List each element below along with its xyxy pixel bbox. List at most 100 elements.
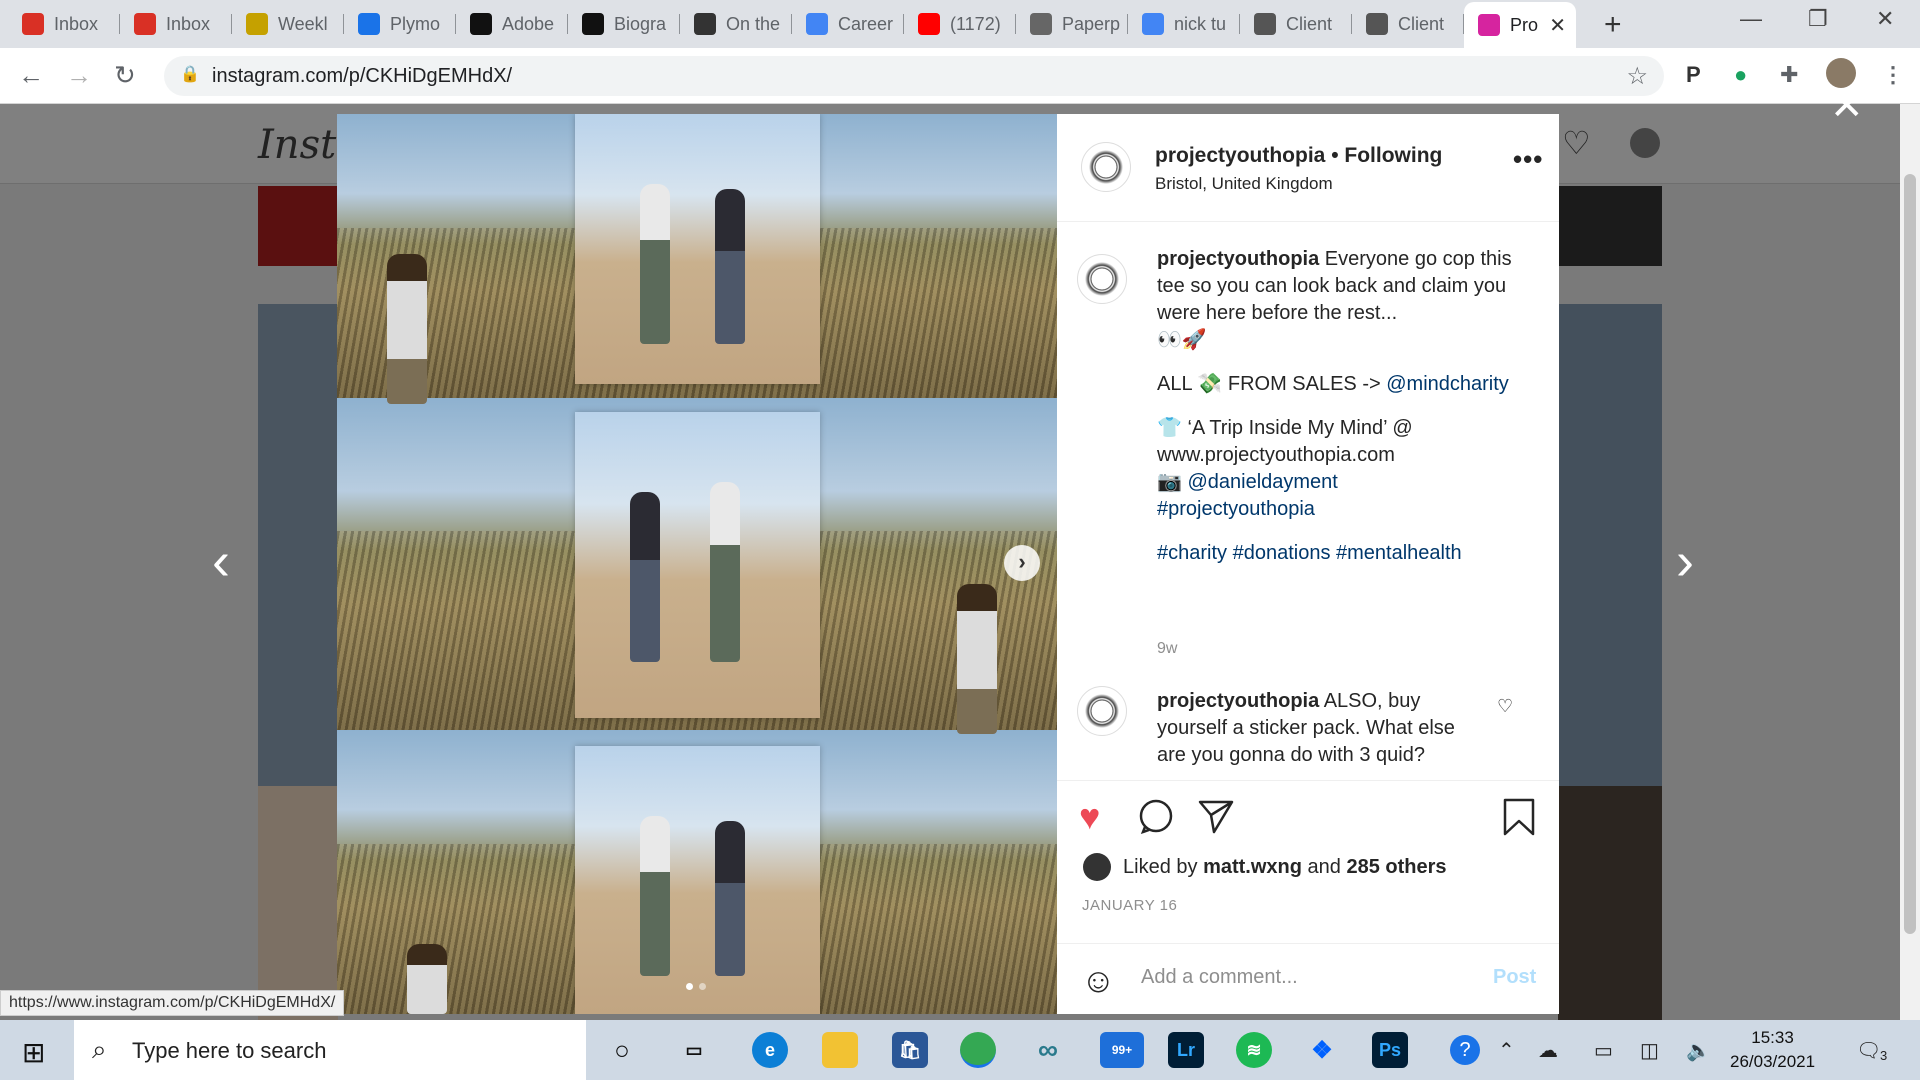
comment-input[interactable] <box>1141 966 1461 989</box>
page-scrollbar[interactable] <box>1900 104 1920 1020</box>
likes-prefix: Liked by <box>1123 855 1198 878</box>
previous-post-arrow-icon[interactable]: ‹ <box>212 530 230 592</box>
hashtag-projectyouthopia[interactable]: #projectyouthopia <box>1157 496 1527 523</box>
task-view-icon[interactable]: ▭ <box>676 1032 712 1068</box>
taskbar-clock[interactable]: 15:33 26/03/2021 <box>1730 1026 1815 1074</box>
network-icon[interactable]: ◫ <box>1640 1038 1659 1063</box>
dropbox-icon[interactable]: ❖ <box>1304 1032 1340 1068</box>
more-options-icon[interactable]: ••• <box>1513 144 1543 175</box>
likes-others-link[interactable]: 285 others <box>1346 856 1446 879</box>
browser-tab-label: Adobe <box>502 13 555 34</box>
browser-tab[interactable]: Pro ✕ <box>1464 2 1576 48</box>
activity-heart-icon[interactable]: ♡ <box>1562 124 1591 162</box>
mention-mindcharity[interactable]: @mindcharity <box>1386 373 1509 395</box>
browser-tab[interactable]: Career <box>792 6 904 42</box>
author-avatar[interactable] <box>1081 142 1131 192</box>
address-bar[interactable]: 🔒 instagram.com/p/CKHiDgEMHdX/ ☆ <box>164 56 1664 96</box>
liked-heart-icon[interactable]: ♥ <box>1079 797 1100 837</box>
post-comment-button[interactable]: Post <box>1493 966 1536 989</box>
pinterest-extension-icon[interactable]: P <box>1686 62 1701 88</box>
browser-tab[interactable]: Inbox <box>120 6 232 42</box>
browser-tab-label: Pro <box>1510 14 1539 35</box>
caption-username[interactable]: projectyouthopia <box>1157 248 1319 270</box>
close-tab-icon[interactable]: ✕ <box>1549 13 1566 38</box>
minimize-button[interactable]: — <box>1740 6 1762 32</box>
browser-toolbar: ← → ↻ 🔒 instagram.com/p/CKHiDgEMHdX/ ☆ P… <box>0 48 1920 104</box>
grid-thumbnail[interactable] <box>258 304 338 844</box>
action-center-icon[interactable]: 🗨 <box>1856 1038 1881 1063</box>
forward-icon[interactable]: → <box>66 60 92 91</box>
browser-tab[interactable]: (1172) <box>904 6 1016 42</box>
show-hidden-icons[interactable]: ⌃ <box>1498 1038 1515 1063</box>
windows-start-icon[interactable]: ⊞ <box>22 1036 45 1069</box>
liker-avatar[interactable] <box>1083 853 1111 881</box>
post-media-carousel[interactable] <box>337 114 1057 1014</box>
caption-author-avatar[interactable] <box>1077 254 1127 304</box>
following-status[interactable]: • Following <box>1331 144 1442 167</box>
carousel-next-icon[interactable]: › <box>1004 545 1040 581</box>
grid-thumbnail[interactable] <box>1558 304 1662 844</box>
profile-avatar-small[interactable] <box>1630 128 1660 158</box>
browser-tab[interactable]: Paperp <box>1016 6 1128 42</box>
carousel-dot <box>699 983 706 990</box>
browser-tab-label: Inbox <box>166 13 211 34</box>
liker-username[interactable]: matt.wxng <box>1203 856 1302 879</box>
comment-author-avatar[interactable] <box>1077 686 1127 736</box>
new-tab-button[interactable]: + <box>1604 8 1622 42</box>
caption-timestamp[interactable]: 9w <box>1157 640 1177 658</box>
green-extension-icon[interactable]: ● <box>1734 62 1747 88</box>
bookmark-star-icon[interactable]: ☆ <box>1626 62 1648 91</box>
browser-tab[interactable]: Biogra <box>568 6 680 42</box>
edge-icon[interactable]: e <box>752 1032 788 1068</box>
browser-tab[interactable]: Inbox <box>8 6 120 42</box>
comment-bubble-icon[interactable] <box>1137 797 1175 843</box>
restore-button[interactable]: ❐ <box>1808 6 1828 32</box>
grid-thumbnail[interactable] <box>258 186 338 266</box>
hashtags[interactable]: #charity #donations #mentalhealth <box>1157 540 1527 567</box>
comments-scroll-area[interactable]: projectyouthopia Everyone go cop this te… <box>1057 222 1559 780</box>
volume-icon[interactable]: 🔈 <box>1686 1038 1711 1063</box>
close-window-button[interactable]: ✕ <box>1876 6 1894 32</box>
chrome-icon[interactable] <box>960 1032 996 1068</box>
browser-tab[interactable]: Plymo <box>344 6 456 42</box>
onedrive-icon[interactable]: ☁ <box>1538 1038 1558 1063</box>
file-explorer-icon[interactable] <box>822 1032 858 1068</box>
browser-tab[interactable]: Client <box>1352 6 1464 42</box>
close-modal-icon[interactable]: ✕ <box>1830 86 1864 126</box>
scrollbar-thumb[interactable] <box>1904 174 1916 934</box>
reload-icon[interactable]: ↻ <box>114 60 136 91</box>
photoshop-icon[interactable]: Ps <box>1372 1032 1408 1068</box>
browser-tab[interactable]: nick tu <box>1128 6 1240 42</box>
save-bookmark-icon[interactable] <box>1501 797 1537 845</box>
browser-tab[interactable]: Weekl <box>232 6 344 42</box>
post-date[interactable]: JANUARY 16 <box>1082 897 1177 914</box>
caption-sales-line: ALL 💸 FROM SALES -> @mindcharity <box>1157 371 1527 398</box>
comment-like-icon[interactable]: ♡ <box>1497 696 1513 717</box>
spotify-icon[interactable]: ≋ <box>1236 1032 1272 1068</box>
browser-tab[interactable]: Client <box>1240 6 1352 42</box>
browser-tab[interactable]: On the <box>680 6 792 42</box>
author-username[interactable]: projectyouthopia <box>1155 144 1325 167</box>
browser-menu-icon[interactable]: ⋮ <box>1882 62 1904 88</box>
taskbar-search[interactable]: ⌕ Type here to search <box>74 1020 586 1080</box>
next-post-arrow-icon[interactable]: › <box>1676 530 1694 592</box>
mail-icon[interactable]: 99+ <box>1100 1032 1144 1068</box>
lightroom-icon[interactable]: Lr <box>1168 1032 1204 1068</box>
help-icon[interactable]: ? <box>1450 1035 1480 1065</box>
mention-danieldayment[interactable]: @danieldayment <box>1187 471 1337 493</box>
store-icon[interactable]: 🛍 <box>892 1032 928 1068</box>
browser-tab[interactable]: Adobe <box>456 6 568 42</box>
grid-thumbnail[interactable] <box>258 786 338 1020</box>
emoji-picker-icon[interactable]: ☺ <box>1081 962 1116 1001</box>
share-paper-plane-icon[interactable] <box>1197 797 1235 843</box>
grid-thumbnail[interactable] <box>1558 186 1662 266</box>
grid-thumbnail[interactable] <box>1558 786 1662 1020</box>
cortana-icon[interactable]: ○ <box>604 1032 640 1068</box>
infinity-app-icon[interactable]: ∞ <box>1030 1032 1066 1068</box>
battery-icon[interactable]: ▭ <box>1594 1038 1613 1063</box>
back-icon[interactable]: ← <box>18 60 44 91</box>
post-location[interactable]: Bristol, United Kingdom <box>1155 174 1333 194</box>
comment-username[interactable]: projectyouthopia <box>1157 690 1319 712</box>
extensions-puzzle-icon[interactable]: ✚ <box>1780 62 1798 88</box>
browser-tab-label: Inbox <box>54 13 99 34</box>
